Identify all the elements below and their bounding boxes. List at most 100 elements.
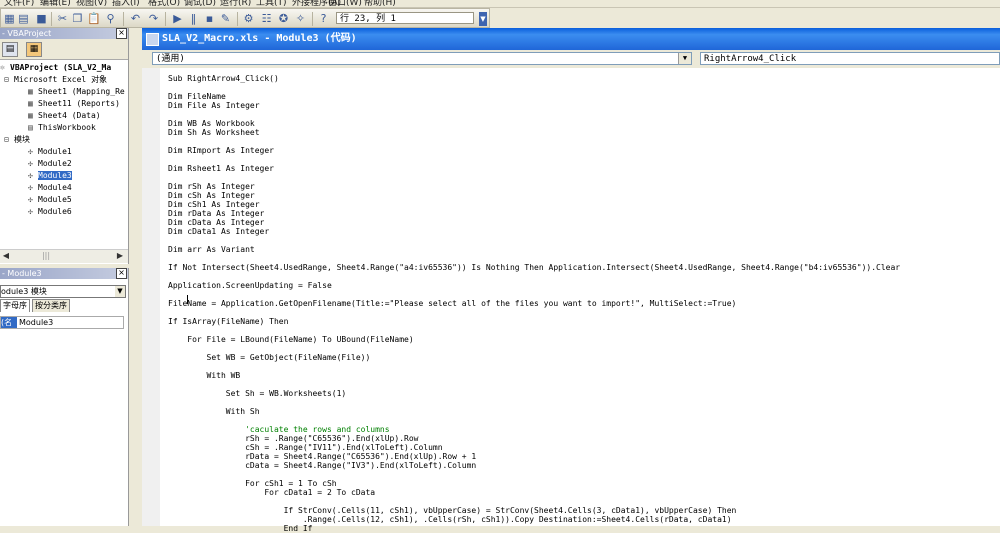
code-editor[interactable]: Sub RightArrow4_Click() Dim FileName Dim F… [142, 68, 1000, 533]
tree-item-module[interactable]: ✣ Module4 [28, 182, 72, 194]
procedure-bar: (通用) ▼ RightArrow4_Click [142, 50, 1000, 68]
menu-item[interactable]: 调试(D) [184, 0, 216, 7]
code-line[interactable]: cSh = .Range("IV11").End(xlToLeft).Colum… [168, 443, 442, 452]
menu-item[interactable]: 文件(F) [4, 0, 34, 7]
sheet-icon: ▦ [28, 99, 33, 108]
code-window-title: SLA_V2_Macro.xls - Module3 (代码) [142, 28, 1000, 50]
tree-item-sheet[interactable]: ▦ Sheet1 (Mapping_Re [28, 86, 125, 98]
code-line[interactable]: .Range(.Cells(12, cSh1), .Cells(rSh, cSh… [168, 515, 732, 524]
run-icon[interactable]: ▶ [171, 12, 184, 25]
menu-item[interactable]: 插入(I) [112, 0, 140, 7]
code-line[interactable]: For File = LBound(FileName) To UBound(Fi… [168, 335, 413, 344]
menu-item[interactable]: 编辑(E) [40, 0, 71, 7]
find-icon[interactable]: ⚲ [104, 12, 117, 25]
undo-icon[interactable]: ↶ [129, 12, 142, 25]
code-line[interactable]: Set WB = GetObject(FileName(File)) [168, 353, 371, 362]
project-explorer-title: - VBAProject × [0, 28, 128, 39]
code-line[interactable]: Dim cData1 As Integer [168, 227, 269, 236]
procedure-combo[interactable]: RightArrow4_Click [700, 52, 1000, 65]
property-value[interactable]: Module3 [19, 317, 53, 328]
tree-folder-objects[interactable]: ⊟ Microsoft Excel 对象 [4, 74, 107, 86]
code-line[interactable]: Sub RightArrow4_Click() [168, 74, 279, 83]
menu-item[interactable]: 运行(R) [220, 0, 251, 7]
paste-icon[interactable]: 📋 [87, 12, 101, 25]
menu-item[interactable]: 帮助(H) [364, 0, 396, 7]
project-explorer-icon[interactable]: ⚙ [242, 12, 255, 25]
properties-icon[interactable]: ☷ [260, 12, 273, 25]
tree-item-sheet[interactable]: ▦ Sheet4 (Data) [28, 110, 101, 122]
tab-alphabetic[interactable]: 字母序 [0, 299, 30, 312]
scroll-left-icon[interactable]: ◀ [0, 250, 12, 262]
menu-item[interactable]: 视图(V) [76, 0, 107, 7]
code-line[interactable]: Dim rData As Integer [168, 209, 264, 218]
scroll-thumb-icon[interactable]: ||| [40, 250, 52, 262]
code-line[interactable]: Dim Rsheet1 As Integer [168, 164, 274, 173]
tab-categorized[interactable]: 按分类序 [32, 299, 70, 312]
toolbox-icon[interactable]: ✧ [294, 12, 307, 25]
save-icon[interactable]: ■ [35, 12, 48, 25]
code-window: SLA_V2_Macro.xls - Module3 (代码) (通用) ▼ Ri… [142, 28, 1000, 533]
code-line[interactable]: rData = Sheet4.Range("C65536").End(xlUp)… [168, 452, 476, 461]
tree-item-sheet[interactable]: ▦ Sheet11 (Reports) [28, 98, 120, 110]
tree-item-module[interactable]: ✣ Module1 [28, 146, 72, 158]
object-select[interactable]: odule3 模块 ▼ [0, 285, 126, 298]
copy-icon[interactable]: ❐ [71, 12, 84, 25]
code-line[interactable]: Dim cData As Integer [168, 218, 264, 227]
tree-item-module[interactable]: ✣ Module5 [28, 194, 72, 206]
folder-icon: ⊟ [4, 135, 9, 144]
module-icon: ✣ [28, 195, 33, 204]
property-name: (名称) [1, 317, 17, 338]
standard-toolbar: ▦ ▤ ■ ✂ ❐ 📋 ⚲ ↶ ↷ ▶ ‖ ▪ ✎ ⚙ ☷ ✪ ✧ ? 行 23… [0, 8, 490, 28]
properties-window: - Module3 × odule3 模块 ▼ 字母序 按分类序 (名称) Mod… [0, 268, 129, 526]
tree-folder-modules[interactable]: ⊟ 模块 [4, 134, 30, 146]
tree-item-module[interactable]: ✣ Module6 [28, 206, 72, 218]
help-icon[interactable]: ? [317, 12, 330, 25]
cut-icon[interactable]: ✂ [56, 12, 69, 25]
tree-root[interactable]: ⚛ VBAProject (SLA_V2_Ma [0, 62, 111, 74]
code-line[interactable]: Dim rSh As Integer [168, 182, 255, 191]
code-line[interactable]: If IsArray(FileName) Then [168, 317, 288, 326]
code-line[interactable]: Dim cSh As Integer [168, 191, 255, 200]
code-line[interactable]: Dim arr As Variant [168, 245, 255, 254]
view-code-icon[interactable]: ▤ [2, 42, 18, 57]
insert-icon[interactable]: ▤ [17, 12, 30, 25]
property-row[interactable]: (名称) Module3 [0, 316, 124, 338]
reset-icon[interactable]: ▪ [203, 12, 216, 25]
code-line[interactable]: End If [168, 524, 313, 533]
design-mode-icon[interactable]: ✎ [219, 12, 232, 25]
code-line[interactable]: If StrConv(.Cells(11, cSh1), vbUpperCase… [168, 506, 737, 515]
code-line[interactable]: For cData1 = 2 To cData [168, 488, 375, 497]
view-object-icon[interactable]: ▦ [26, 42, 42, 57]
code-line[interactable]: FileName = Application.GetOpenFilename(T… [168, 299, 736, 308]
code-line[interactable]: For cSh1 = 1 To cSh [168, 479, 337, 488]
code-line[interactable]: cData = Sheet4.Range("IV3").End(xlToLeft… [168, 461, 476, 470]
code-line[interactable]: Dim FileName [168, 92, 226, 101]
close-icon[interactable]: × [116, 268, 127, 279]
code-line[interactable]: Application.ScreenUpdating = False [168, 281, 332, 290]
object-browser-icon[interactable]: ✪ [277, 12, 290, 25]
code-line[interactable]: Dim RImport As Integer [168, 146, 274, 155]
scroll-right-icon[interactable]: ▶ [114, 250, 126, 262]
window-icon [146, 33, 159, 46]
horizontal-scrollbar[interactable]: ◀ ||| ▶ [0, 249, 128, 263]
excel-icon[interactable]: ▦ [3, 12, 16, 25]
tree-item-workbook[interactable]: ▤ ThisWorkbook [28, 122, 96, 134]
menu-item[interactable]: 工具(T) [256, 0, 287, 7]
close-icon[interactable]: × [116, 28, 127, 39]
tree-item-module[interactable]: ✣ Module2 [28, 158, 72, 170]
break-icon[interactable]: ‖ [187, 12, 200, 25]
code-line[interactable]: If Not Intersect(Sheet4.UsedRange, Sheet… [168, 263, 900, 272]
code-line[interactable]: Dim File As Integer [168, 101, 260, 110]
tree-item-module-selected[interactable]: ✣ Module3 [28, 170, 72, 182]
module-icon: ✣ [28, 159, 33, 168]
code-line[interactable]: Dim WB As Workbook [168, 119, 255, 128]
code-line[interactable]: Dim Sh As Worksheet [168, 128, 260, 137]
menu-item[interactable]: 窗口(W) [328, 0, 362, 7]
watermark: S [166, 378, 207, 452]
sheet-icon: ▦ [28, 87, 33, 96]
toolbar-overflow-button[interactable]: ▼ [479, 12, 487, 26]
menu-item[interactable]: 格式(O) [148, 0, 180, 7]
redo-icon[interactable]: ↷ [147, 12, 160, 25]
code-line[interactable]: Dim cSh1 As Integer [168, 200, 260, 209]
object-combo[interactable]: (通用) ▼ [152, 52, 692, 65]
